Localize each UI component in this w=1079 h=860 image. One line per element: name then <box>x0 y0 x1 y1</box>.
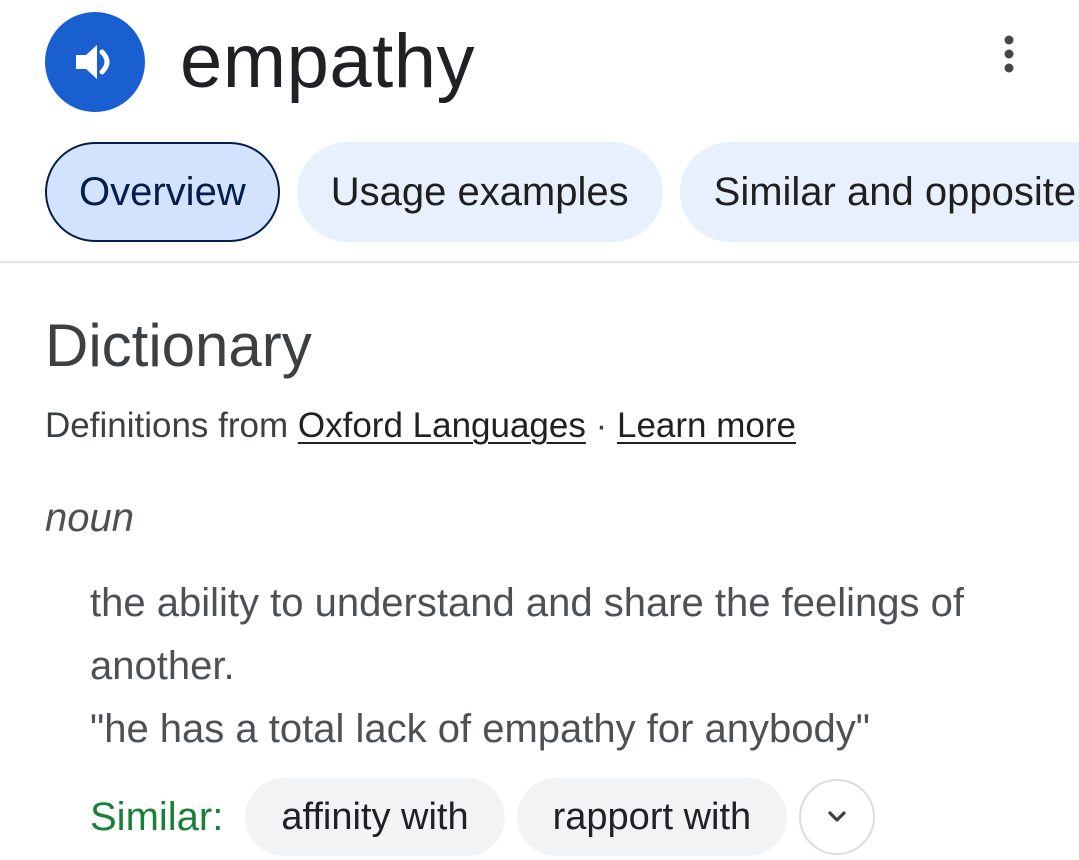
learn-more-link[interactable]: Learn more <box>617 406 796 445</box>
similar-words-row: Similar: affinity with rapport with <box>90 778 876 856</box>
pronounce-button[interactable] <box>45 12 145 112</box>
oxford-languages-link[interactable]: Oxford Languages <box>298 406 586 445</box>
similar-chip-affinity-with[interactable]: affinity with <box>245 778 505 856</box>
tab-similar-and-opposite[interactable]: Similar and opposite words <box>679 142 1079 242</box>
example-sentence: "he has a total lack of empathy for anyb… <box>90 707 870 751</box>
word-title: empathy <box>180 19 475 104</box>
divider <box>0 261 1079 263</box>
section-title: Dictionary <box>45 312 312 379</box>
more-options-button[interactable] <box>985 30 1033 78</box>
more-vert-icon <box>1004 35 1014 73</box>
tab-bar: Overview Usage examples Similar and oppo… <box>45 142 1079 242</box>
similar-chip-rapport-with[interactable]: rapport with <box>516 778 788 856</box>
source-prefix: Definitions from <box>45 406 289 445</box>
tab-usage-examples[interactable]: Usage examples <box>296 142 663 242</box>
chevron-down-icon <box>828 811 846 822</box>
separator: · <box>595 406 608 445</box>
definition-text: the ability to understand and share the … <box>90 581 964 688</box>
tab-overview[interactable]: Overview <box>45 142 280 242</box>
dictionary-card: empathy Overview Usage examples Similar … <box>0 0 1079 860</box>
expand-similar-button[interactable] <box>799 779 876 855</box>
volume-up-icon <box>76 45 110 79</box>
source-line: Definitions from Oxford Languages · Lear… <box>45 402 796 450</box>
similar-label: Similar: <box>90 794 224 839</box>
part-of-speech: noun <box>45 496 134 540</box>
